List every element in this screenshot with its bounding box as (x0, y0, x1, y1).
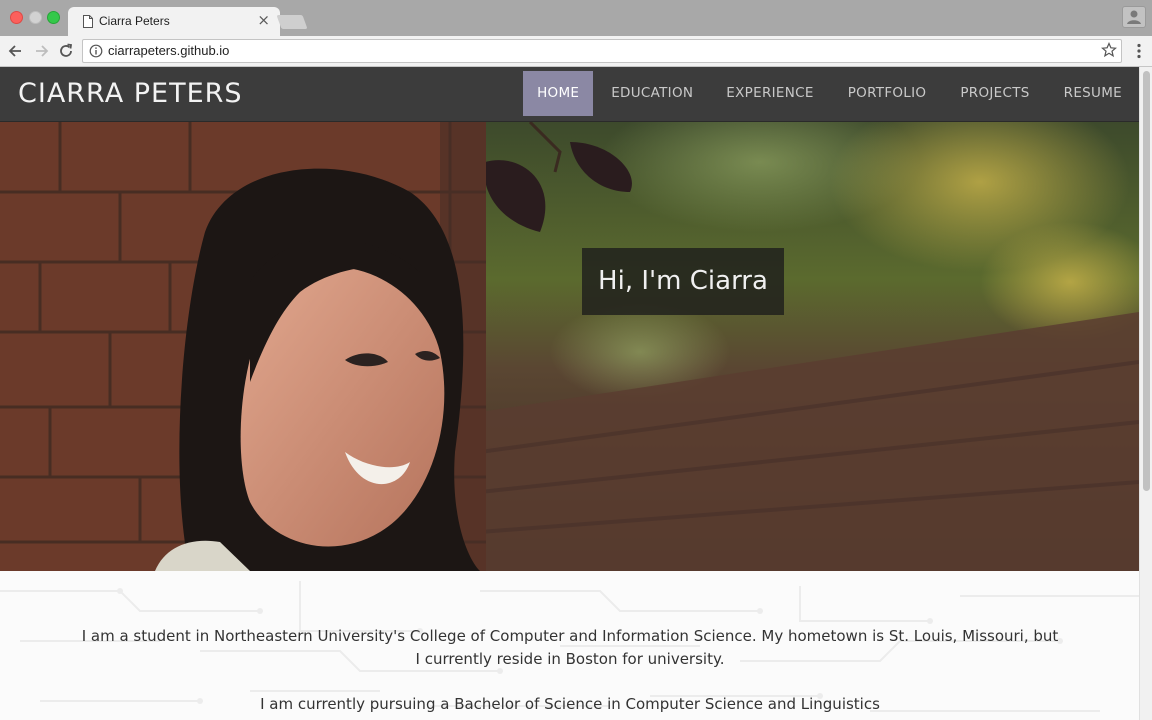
about-section: I am a student in Northeastern Universit… (0, 571, 1139, 720)
site-menu: HOME EDUCATION EXPERIENCE PORTFOLIO PROJ… (523, 71, 1139, 116)
browser-tab[interactable]: Ciarra Peters × (68, 7, 280, 36)
address-bar[interactable] (82, 39, 1122, 63)
forward-arrow-icon[interactable] (32, 42, 50, 60)
nav-experience[interactable]: EXPERIENCE (709, 71, 830, 116)
site-navbar: CIARRA PETERS HOME EDUCATION EXPERIENCE … (0, 67, 1139, 122)
browser-toolbar (0, 36, 1152, 67)
hero-photo (0, 122, 1139, 571)
nav-home[interactable]: HOME (523, 71, 594, 116)
nav-portfolio[interactable]: PORTFOLIO (831, 71, 944, 116)
reload-icon[interactable] (57, 42, 75, 60)
about-paragraph-2: I am currently pursuing a Bachelor of Sc… (260, 695, 880, 713)
close-icon[interactable]: × (257, 11, 270, 29)
scrollbar-thumb[interactable] (1143, 71, 1150, 491)
hero-caption: Hi, I'm Ciarra (582, 248, 784, 315)
new-tab-button[interactable] (276, 15, 308, 29)
url-input[interactable] (108, 43, 1008, 58)
nav-projects[interactable]: PROJECTS (943, 71, 1046, 116)
window-maximize-button[interactable] (47, 11, 60, 24)
file-icon (83, 15, 93, 28)
browser-tab-strip: Ciarra Peters × (0, 0, 1152, 36)
about-paragraph-1: I am a student in Northeastern Universit… (81, 627, 1059, 668)
nav-resume[interactable]: RESUME (1047, 71, 1139, 116)
back-arrow-icon[interactable] (7, 42, 25, 60)
page-scrollbar[interactable] (1139, 67, 1152, 720)
profile-glyph (1127, 10, 1141, 24)
tab-title: Ciarra Peters (99, 14, 170, 28)
nav-education[interactable]: EDUCATION (595, 71, 709, 116)
hero-banner: Hi, I'm Ciarra (0, 122, 1139, 571)
window-minimize-button[interactable] (29, 11, 42, 24)
kebab-menu-icon[interactable] (1136, 43, 1142, 59)
info-icon[interactable] (89, 44, 103, 58)
page-viewport: CIARRA PETERS HOME EDUCATION EXPERIENCE … (0, 67, 1139, 720)
star-icon[interactable] (1101, 42, 1117, 58)
window-close-button[interactable] (10, 11, 23, 24)
profile-icon[interactable] (1122, 6, 1146, 28)
site-brand[interactable]: CIARRA PETERS (18, 78, 243, 109)
